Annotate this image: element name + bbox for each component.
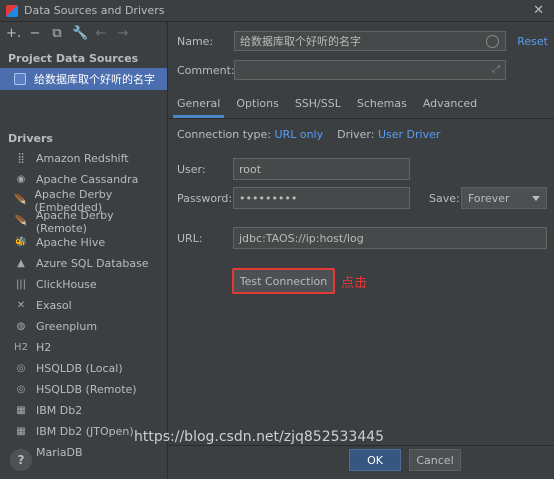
add-icon[interactable]: +. (6, 27, 21, 41)
drivers-heading: Drivers (8, 132, 53, 145)
name-field[interactable]: 给数据库取个好听的名字 (234, 31, 506, 51)
test-connection-button[interactable]: Test Connection (232, 268, 335, 294)
footer-divider (169, 445, 554, 446)
window-title: Data Sources and Drivers (24, 4, 165, 17)
user-field-value: root (239, 162, 262, 176)
driver-icon: 🐝 (14, 236, 28, 248)
driver-label: Greenplum (36, 320, 98, 333)
click-annotation: 点击 (341, 276, 368, 291)
driver-item[interactable]: H2 H2 (0, 337, 167, 358)
user-field[interactable]: root (233, 158, 410, 180)
password-field[interactable]: ••••••••• (233, 187, 410, 209)
driver-icon: ◎ (16, 383, 26, 395)
clear-icon[interactable] (486, 35, 499, 48)
help-button[interactable]: ? (10, 449, 32, 471)
driver-item[interactable]: ◎ HSQLDB (Remote) (0, 379, 167, 400)
driver-label: Exasol (36, 299, 72, 312)
settings-icon[interactable]: 🔧 (72, 27, 88, 41)
driver-icon: ▦ (16, 425, 26, 437)
data-source-label: 给数据库取个好听的名字 (34, 73, 155, 86)
connection-type-link[interactable]: URL only (275, 128, 324, 141)
driver-item[interactable]: ◎ HSQLDB (Local) (0, 358, 167, 379)
driver-item[interactable]: ⣿ Amazon Redshift (0, 148, 167, 169)
driver-link[interactable]: User Driver (378, 128, 440, 141)
copy-icon[interactable]: ⧉ (50, 27, 64, 41)
driver-icon: 🪶 (14, 215, 28, 227)
tab-general[interactable]: General (169, 92, 228, 118)
driver-label: IBM Db2 (JTOpen) (36, 425, 134, 438)
driver-item[interactable]: ✕ Exasol (0, 295, 167, 316)
driver-label: Apache Hive (36, 236, 106, 249)
app-icon (6, 4, 18, 17)
project-data-sources-heading: Project Data Sources (8, 52, 139, 65)
url-label: URL: (177, 232, 203, 245)
watermark-text: https://blog.csdn.net/zjq852533445 (134, 429, 385, 445)
name-field-value: 给数据库取个好听的名字 (240, 35, 361, 48)
driver-item[interactable]: ||| ClickHouse (0, 274, 167, 295)
driver-label: ClickHouse (36, 278, 97, 291)
sidebar-toolbar: +. − ⧉ 🔧 ← → (0, 22, 167, 46)
driver-label: H2 (36, 341, 52, 354)
connection-info: Connection type: URL only Driver: User D… (177, 128, 440, 141)
driver-item[interactable]: 🐝 Apache Hive (0, 232, 167, 253)
driver-label: Azure SQL Database (36, 257, 149, 270)
driver-icon: ▲ (17, 257, 25, 269)
url-field-value: jdbc:TAOS://ip:host/log (239, 231, 364, 245)
driver-label: Driver: (337, 128, 375, 141)
tab-options[interactable]: Options (228, 92, 286, 116)
database-icon (14, 73, 26, 85)
password-label: Password: (177, 192, 233, 205)
ok-button[interactable]: OK (349, 449, 401, 471)
driver-label: Apache Cassandra (36, 173, 139, 186)
driver-icon: ⣿ (17, 152, 25, 164)
driver-icon: ✕ (16, 299, 26, 311)
driver-icon: ◎ (16, 362, 26, 374)
driver-label: IBM Db2 (36, 404, 83, 417)
tab-divider (169, 118, 554, 119)
driver-label: Amazon Redshift (36, 152, 129, 165)
chevron-down-icon (532, 196, 540, 201)
driver-icon: ◉ (16, 173, 26, 185)
user-label: User: (177, 163, 206, 176)
driver-label: HSQLDB (Local) (36, 362, 123, 375)
driver-label: Apache Derby (Remote) (35, 208, 114, 235)
tab-ssh-ssl[interactable]: SSH/SSL (287, 92, 349, 116)
tab-bar: General Options SSH/SSL Schemas Advanced (169, 92, 554, 118)
driver-label: MariaDB (36, 446, 83, 459)
driver-icon: ◍ (16, 320, 26, 332)
driver-icon: H2 (14, 341, 28, 353)
sidebar: +. − ⧉ 🔧 ← → Project Data Sources 给数据库取个… (0, 22, 168, 479)
driver-item[interactable]: ◍ Greenplum (0, 316, 167, 337)
tab-schemas[interactable]: Schemas (349, 92, 415, 116)
driver-item[interactable]: 🪶 Apache Derby (Remote) (0, 208, 167, 235)
driver-icon: ||| (15, 278, 27, 290)
driver-icon: 🪶 (14, 194, 27, 206)
comment-field[interactable]: ⤢ (234, 60, 506, 80)
cancel-button[interactable]: Cancel (409, 449, 461, 471)
title-bar: Data Sources and Drivers ✕ (0, 0, 554, 22)
password-field-value: ••••••••• (239, 191, 298, 205)
driver-label: HSQLDB (Remote) (36, 383, 137, 396)
back-icon[interactable]: ← (94, 27, 108, 41)
expand-icon[interactable]: ⤢ (492, 64, 500, 75)
driver-item[interactable]: ▲ Azure SQL Database (0, 253, 167, 274)
tab-advanced[interactable]: Advanced (415, 92, 485, 116)
driver-icon: ▦ (16, 404, 26, 416)
connection-type-label: Connection type: (177, 128, 272, 141)
save-select[interactable]: Forever (461, 187, 547, 209)
save-select-value: Forever (468, 191, 510, 205)
data-source-item[interactable]: 给数据库取个好听的名字 (0, 68, 167, 90)
test-connection-label: Test Connection (239, 274, 328, 288)
details-panel: Name: 给数据库取个好听的名字 Reset Comment: ⤢ Gener… (169, 22, 554, 479)
driver-list: ⣿ Amazon Redshift ◉ Apache Cassandra 🪶 Apache… (0, 148, 167, 463)
comment-label: Comment: (177, 64, 235, 77)
name-label: Name: (177, 35, 214, 48)
save-label: Save: (429, 192, 460, 205)
reset-link[interactable]: Reset (517, 35, 548, 48)
close-icon[interactable]: ✕ (533, 3, 544, 18)
driver-item[interactable]: ▦ IBM Db2 (0, 400, 167, 421)
remove-icon[interactable]: − (28, 27, 42, 41)
url-field[interactable]: jdbc:TAOS://ip:host/log (233, 227, 547, 249)
forward-icon[interactable]: → (116, 27, 130, 41)
